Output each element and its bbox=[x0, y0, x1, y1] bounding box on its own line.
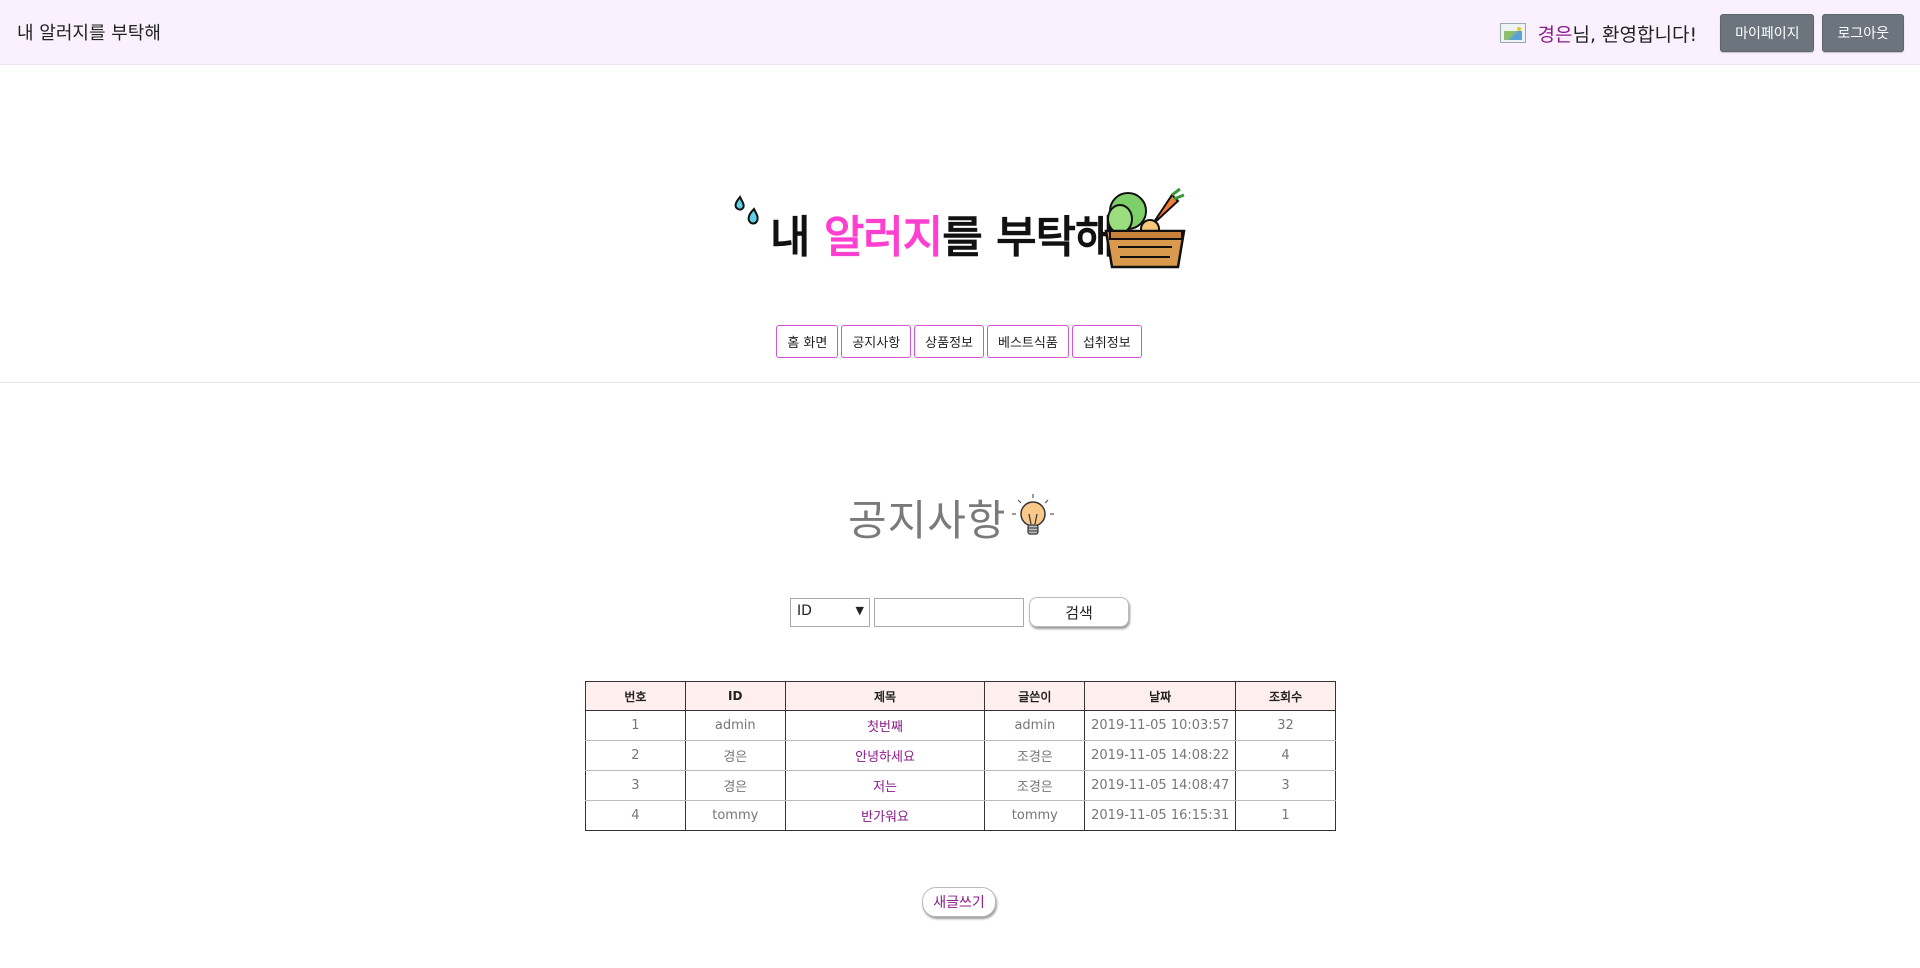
welcome-message: 경은님, 환영합니다! bbox=[1538, 20, 1698, 47]
cell-views: 4 bbox=[1235, 740, 1336, 771]
divider bbox=[0, 382, 1920, 383]
col-id: ID bbox=[684, 681, 786, 711]
cell-writer: admin bbox=[984, 710, 1086, 741]
logo-text-part1: 내 bbox=[770, 212, 824, 263]
cell-id: tommy bbox=[684, 800, 786, 831]
cell-number: 4 bbox=[585, 800, 686, 831]
cell-number: 2 bbox=[585, 740, 686, 771]
mypage-button[interactable]: 마이페이지 bbox=[1720, 14, 1815, 52]
nav-home[interactable]: 홈 화면 bbox=[776, 325, 839, 358]
cell-date: 2019-11-05 16:15:31 bbox=[1084, 800, 1237, 831]
col-writer: 글쓴이 bbox=[984, 681, 1086, 711]
top-bar: 내 알러지를 부탁해 경은님, 환영합니다! 마이페이지 로그아웃 bbox=[0, 0, 1920, 65]
search-bar: ID ▼ 검색 bbox=[790, 597, 1129, 627]
cell-writer: 조경은 bbox=[984, 770, 1086, 801]
main-nav: 홈 화면 공지사항 상품정보 베스트식품 섭취정보 bbox=[0, 325, 1920, 358]
cell-date: 2019-11-05 14:08:22 bbox=[1084, 740, 1237, 771]
nav-product-info[interactable]: 상품정보 bbox=[914, 325, 985, 358]
search-field-select[interactable]: ID ▼ bbox=[790, 597, 870, 627]
cell-number: 1 bbox=[585, 710, 686, 741]
logo-text: 내 알러지를 부탁해 bbox=[770, 201, 1116, 265]
search-button[interactable]: 검색 bbox=[1029, 597, 1129, 627]
greeting-suffix: 님, 환영합니다! bbox=[1572, 23, 1698, 46]
new-post-button[interactable]: 새글쓰기 bbox=[922, 887, 996, 917]
dropdown-arrow-icon: ▼ bbox=[855, 603, 864, 617]
cell-title-link[interactable]: 안녕하세요 bbox=[784, 740, 986, 771]
cell-title-link[interactable]: 저는 bbox=[784, 770, 986, 801]
cell-writer: tommy bbox=[984, 800, 1086, 831]
cell-id: 경은 bbox=[684, 770, 786, 801]
search-field-value: ID bbox=[797, 602, 812, 619]
col-views: 조회수 bbox=[1235, 681, 1336, 711]
logout-button[interactable]: 로그아웃 bbox=[1822, 14, 1904, 52]
col-number: 번호 bbox=[585, 681, 686, 711]
nav-intake-info[interactable]: 섭취정보 bbox=[1071, 325, 1142, 358]
page-title: 공지사항 bbox=[848, 496, 1007, 545]
cell-id: admin bbox=[684, 710, 786, 741]
cell-id: 경은 bbox=[684, 740, 786, 771]
table-row: 3 경은 저는 조경은 2019-11-05 14:08:47 3 bbox=[585, 770, 1336, 801]
vegetable-basket-icon bbox=[1104, 187, 1186, 269]
logo-text-part2: 를 부탁해 bbox=[942, 212, 1115, 263]
table-header-row: 번호 ID 제목 글쓴이 날짜 조회수 bbox=[585, 681, 1336, 711]
search-input[interactable] bbox=[874, 597, 1024, 627]
col-date: 날짜 bbox=[1084, 681, 1237, 711]
cell-views: 3 bbox=[1235, 770, 1336, 801]
cell-date: 2019-11-05 10:03:57 bbox=[1084, 710, 1237, 741]
cell-number: 3 bbox=[585, 770, 686, 801]
site-logo[interactable]: 내 알러지를 부탁해 bbox=[730, 185, 1190, 275]
table-row: 2 경은 안녕하세요 조경은 2019-11-05 14:08:22 4 bbox=[585, 740, 1336, 771]
cell-writer: 조경은 bbox=[984, 740, 1086, 771]
site-name[interactable]: 내 알러지를 부탁해 bbox=[17, 19, 161, 45]
user-name: 경은 bbox=[1537, 23, 1573, 46]
nav-best-food[interactable]: 베스트식품 bbox=[987, 325, 1069, 358]
table-row: 1 admin 첫번째 admin 2019-11-05 10:03:57 32 bbox=[585, 710, 1336, 741]
nav-notice[interactable]: 공지사항 bbox=[841, 325, 912, 358]
cell-date: 2019-11-05 14:08:47 bbox=[1084, 770, 1237, 801]
cell-title-link[interactable]: 첫번째 bbox=[784, 710, 986, 741]
logo-text-highlight: 알러지 bbox=[823, 212, 943, 263]
table-row: 4 tommy 반가워요 tommy 2019-11-05 16:15:31 1 bbox=[585, 800, 1336, 831]
cell-views: 1 bbox=[1235, 800, 1336, 831]
profile-image-icon bbox=[1499, 23, 1526, 43]
light-bulb-icon bbox=[1012, 494, 1054, 535]
cell-title-link[interactable]: 반가워요 bbox=[784, 800, 986, 831]
col-title: 제목 bbox=[784, 681, 986, 711]
cell-views: 32 bbox=[1235, 710, 1336, 741]
user-area: 경은님, 환영합니다! 마이페이지 로그아웃 bbox=[1499, 14, 1904, 52]
notice-table: 번호 ID 제목 글쓴이 날짜 조회수 1 admin 첫번째 admin 20… bbox=[585, 681, 1336, 831]
